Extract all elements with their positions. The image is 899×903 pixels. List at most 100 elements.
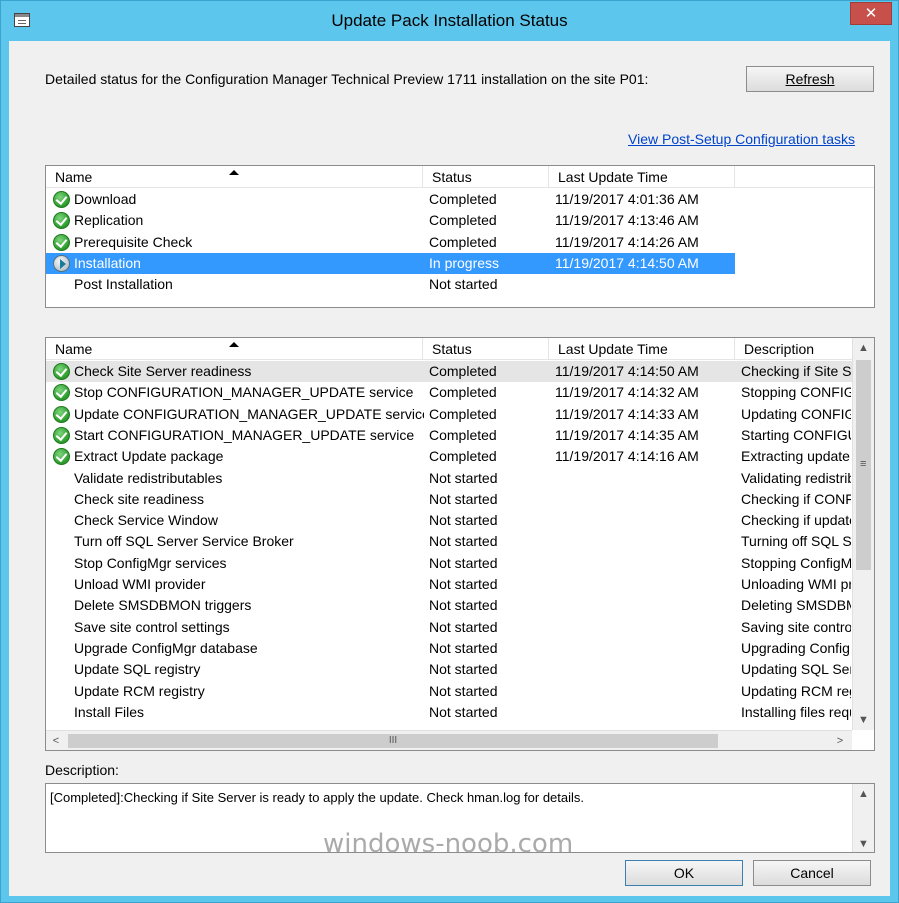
- scroll-up-icon[interactable]: ▲: [853, 784, 874, 804]
- table-row[interactable]: Delete SMSDBMON triggers Not started Delet…: [46, 595, 852, 616]
- cell-name: Stop CONFIGURATION_MANAGER_UPDATE servic…: [74, 384, 414, 401]
- step-list-header: Name Status Last Update Time Description: [46, 338, 852, 360]
- horizontal-scroll-thumb[interactable]: III: [68, 734, 718, 748]
- cell-description: Updating SQL Serv: [741, 661, 851, 678]
- col-time[interactable]: Last Update Time: [549, 166, 735, 188]
- cell-description: Deleting SMSDBM: [741, 597, 851, 614]
- cell-time: [555, 510, 735, 531]
- col-status-label: Status: [432, 169, 472, 185]
- completed-check-icon: [53, 448, 70, 466]
- table-row[interactable]: Replication Completed 11/19/2017 4:13:46 A…: [46, 210, 735, 231]
- cell-status: Not started: [429, 639, 498, 656]
- cell-time: 11/19/2017 4:14:26 AM: [555, 233, 699, 250]
- cell-description: Checking if update: [741, 512, 851, 529]
- scroll-down-icon[interactable]: ▼: [853, 834, 874, 852]
- cell-time: [555, 595, 735, 616]
- table-row[interactable]: Download Completed 11/19/2017 4:01:36 AM: [46, 189, 735, 210]
- description-scrollbar[interactable]: ▲ ▼: [852, 784, 874, 852]
- cell-name: Check site readiness: [74, 490, 204, 507]
- cell-name: Upgrade ConfigMgr database: [74, 639, 258, 656]
- cell-status: In progress: [429, 254, 500, 271]
- table-row[interactable]: Extract Update package Completed 11/19/201…: [46, 446, 852, 467]
- cell-name: Start CONFIGURATION_MANAGER_UPDATE servi…: [74, 426, 415, 443]
- table-row[interactable]: Start CONFIGURATION_MANAGER_UPDATE servi…: [46, 425, 852, 446]
- table-row[interactable]: Check Site Server readiness Completed 11/1…: [46, 361, 852, 382]
- col-status[interactable]: Status: [423, 338, 549, 360]
- col-name[interactable]: Name: [46, 166, 423, 188]
- table-row[interactable]: Prerequisite Check Completed 11/19/2017 4:…: [46, 232, 735, 253]
- vertical-scrollbar[interactable]: ▲ ≡ ▼: [852, 338, 874, 730]
- table-row[interactable]: Unload WMI provider Not started Unloading …: [46, 574, 852, 595]
- vertical-scroll-thumb[interactable]: ≡: [856, 360, 871, 570]
- scroll-up-icon[interactable]: ▲: [853, 338, 874, 358]
- post-setup-link[interactable]: View Post-Setup Configuration tasks: [628, 131, 855, 147]
- cell-description: Installing files requi: [741, 703, 851, 720]
- description-label: Description:: [45, 762, 119, 778]
- cancel-button[interactable]: Cancel: [753, 860, 871, 886]
- scroll-right-icon[interactable]: >: [830, 731, 850, 750]
- table-row[interactable]: Check site readiness Not started Checking …: [46, 489, 852, 510]
- watermark: windows-noob.com: [323, 829, 574, 859]
- horizontal-scrollbar[interactable]: < III >: [46, 730, 852, 750]
- table-row[interactable]: Installation In progress 11/19/2017 4:14:5…: [46, 252, 735, 274]
- cell-time: 11/19/2017 4:14:50 AM: [555, 254, 699, 271]
- cell-time: 11/19/2017 4:14:35 AM: [555, 426, 699, 443]
- cell-description: Stopping ConfigMg: [741, 554, 851, 571]
- cell-time: [555, 638, 735, 659]
- cell-name: Check Site Server readiness: [74, 363, 252, 379]
- cell-name: Download: [74, 191, 137, 207]
- table-row[interactable]: Turn off SQL Server Service Broker Not st…: [46, 531, 852, 552]
- table-row[interactable]: Update SQL registry Not started Updating S…: [46, 659, 852, 680]
- cell-time: 11/19/2017 4:14:33 AM: [555, 405, 699, 422]
- ok-button[interactable]: OK: [625, 860, 743, 886]
- table-row[interactable]: Update CONFIGURATION_MANAGER_UPDATE serv…: [46, 404, 852, 425]
- cell-status: Not started: [429, 490, 498, 507]
- description-text: [Completed]:Checking if Site Server is r…: [50, 790, 585, 805]
- table-row[interactable]: Install Files Not started Installing files…: [46, 702, 852, 723]
- table-row[interactable]: Stop ConfigMgr services Not started Stoppi…: [46, 553, 852, 574]
- refresh-button[interactable]: Refresh: [746, 66, 874, 92]
- stage-list[interactable]: Name Status Last Update Time Download Com…: [45, 165, 875, 308]
- cell-name: Post Installation: [74, 276, 173, 293]
- cell-time: 11/19/2017 4:01:36 AM: [555, 191, 699, 207]
- cell-status: Not started: [429, 276, 498, 293]
- col-status[interactable]: Status: [423, 166, 549, 188]
- table-row[interactable]: Stop CONFIGURATION_MANAGER_UPDATE servic…: [46, 382, 852, 403]
- cell-name: Update CONFIGURATION_MANAGER_UPDATE serv…: [74, 405, 424, 422]
- table-row[interactable]: Upgrade ConfigMgr database Not started Upg…: [46, 638, 852, 659]
- table-row[interactable]: Update RCM registry Not started Updating R…: [46, 681, 852, 702]
- cell-status: Not started: [429, 661, 498, 678]
- step-list[interactable]: Name Status Last Update Time Description…: [45, 337, 875, 751]
- cell-name: Validate redistributables: [74, 469, 223, 486]
- cell-time: [555, 574, 735, 595]
- table-row[interactable]: Save site control settings Not started Sav…: [46, 617, 852, 638]
- cell-status: Not started: [429, 703, 498, 720]
- completed-check-icon: [53, 405, 70, 423]
- col-name[interactable]: Name: [46, 338, 423, 360]
- cell-name: Check Service Window: [74, 512, 218, 529]
- table-row[interactable]: Post Installation Not started: [46, 274, 735, 295]
- completed-check-icon: [53, 384, 70, 402]
- cell-time: 11/19/2017 4:14:32 AM: [555, 384, 699, 401]
- cell-status: Completed: [429, 426, 497, 443]
- cell-status: Not started: [429, 682, 498, 699]
- scroll-down-icon[interactable]: ▼: [853, 710, 874, 730]
- cell-status: Completed: [429, 363, 497, 379]
- table-row[interactable]: Validate redistributables Not started Vali…: [46, 468, 852, 489]
- completed-check-icon: [53, 363, 70, 380]
- cell-time: [555, 274, 735, 295]
- table-row[interactable]: Check Service Window Not started Checking …: [46, 510, 852, 531]
- cell-name: Update RCM registry: [74, 682, 205, 699]
- title-bar[interactable]: Update Pack Installation Status ✕: [1, 1, 898, 41]
- cell-name: Stop ConfigMgr services: [74, 554, 227, 571]
- cell-time: 11/19/2017 4:14:16 AM: [555, 448, 699, 465]
- close-button[interactable]: ✕: [850, 2, 892, 25]
- cell-time: [555, 617, 735, 638]
- in-progress-icon: [53, 254, 70, 272]
- col-status-label: Status: [432, 341, 472, 357]
- col-description[interactable]: Description: [735, 338, 852, 360]
- col-time[interactable]: Last Update Time: [549, 338, 735, 360]
- scroll-left-icon[interactable]: <: [46, 731, 66, 750]
- cell-description: Checking if Site Se: [741, 363, 851, 379]
- cell-description: Turning off SQL Se: [741, 533, 851, 550]
